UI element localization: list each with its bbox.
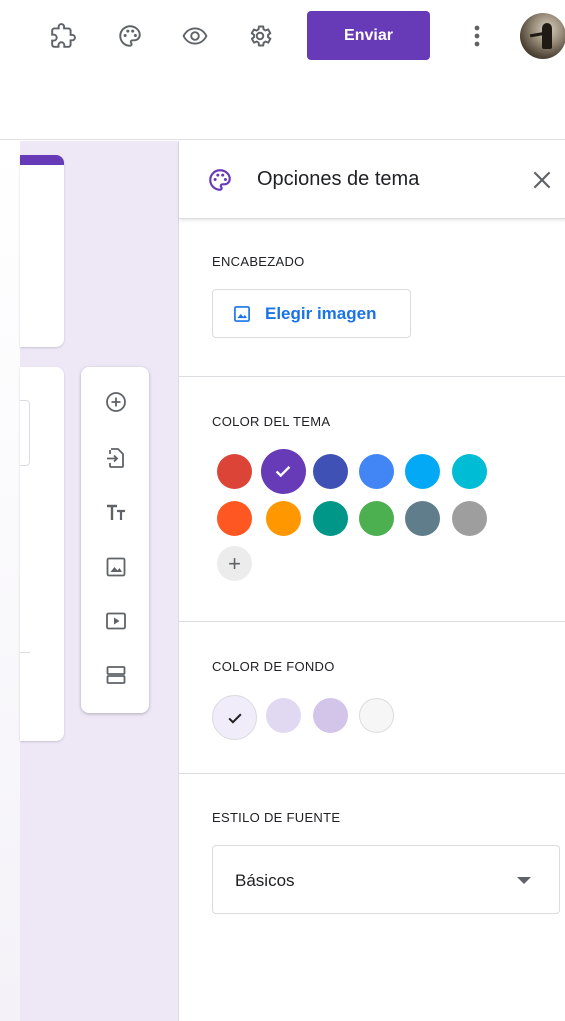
section-divider <box>179 376 565 377</box>
question-card[interactable] <box>20 367 64 741</box>
palette-icon[interactable] <box>112 18 148 54</box>
form-title-card[interactable] <box>20 155 64 347</box>
background-color-swatch[interactable] <box>265 698 301 733</box>
add-section-icon[interactable] <box>103 662 129 688</box>
theme-color-swatch[interactable] <box>312 500 348 536</box>
header-section-label: ENCABEZADO <box>212 254 305 269</box>
choose-image-label: Elegir imagen <box>265 304 377 323</box>
font-style-select[interactable]: Básicos <box>212 845 560 914</box>
theme-color-swatch[interactable] <box>358 453 394 489</box>
theme-color-swatch[interactable] <box>260 448 306 494</box>
dropdown-arrow-icon <box>517 877 531 884</box>
page-edge <box>0 141 20 1021</box>
settings-gear-icon[interactable] <box>242 18 278 54</box>
theme-color-swatch[interactable] <box>265 500 301 536</box>
background-color-swatch[interactable] <box>358 698 394 733</box>
theme-color-swatch[interactable] <box>216 453 252 489</box>
background-color-swatch[interactable] <box>212 695 257 740</box>
background-color-label: COLOR DE FONDO <box>212 659 335 674</box>
addon-icon[interactable] <box>45 18 81 54</box>
add-custom-color-label: + <box>228 550 241 576</box>
image-icon <box>232 304 252 324</box>
top-bar: Enviar <box>0 0 565 140</box>
add-question-icon[interactable] <box>103 389 129 415</box>
choose-image-button[interactable]: Elegir imagen <box>212 289 411 338</box>
add-title-icon[interactable] <box>103 500 129 526</box>
theme-color-label: COLOR DEL TEMA <box>212 414 331 429</box>
theme-color-swatch[interactable] <box>451 500 487 536</box>
font-style-label: ESTILO DE FUENTE <box>212 810 341 825</box>
section-divider <box>179 621 565 622</box>
theme-color-swatch[interactable] <box>404 453 440 489</box>
question-field[interactable] <box>20 400 30 466</box>
theme-options-panel: Opciones de tema ENCABEZADO Elegir image… <box>178 141 565 1021</box>
font-style-value: Básicos <box>235 871 295 890</box>
add-custom-color-button[interactable]: + <box>217 546 252 581</box>
theme-color-swatch[interactable] <box>312 453 348 489</box>
theme-color-swatch[interactable] <box>451 453 487 489</box>
section-divider <box>179 773 565 774</box>
background-color-swatch[interactable] <box>312 698 348 733</box>
send-button[interactable]: Enviar <box>307 11 430 60</box>
theme-color-swatch[interactable] <box>404 500 440 536</box>
theme-color-swatch[interactable] <box>358 500 394 536</box>
avatar[interactable] <box>520 13 565 59</box>
add-video-icon[interactable] <box>103 608 129 634</box>
panel-title: Opciones de tema <box>257 168 420 190</box>
import-questions-icon[interactable] <box>103 445 129 471</box>
more-vert-icon[interactable] <box>465 18 489 54</box>
add-image-icon[interactable] <box>103 554 129 580</box>
panel-header: Opciones de tema <box>179 141 565 219</box>
close-icon[interactable] <box>529 167 555 193</box>
theme-color-swatch[interactable] <box>216 500 252 536</box>
card-divider <box>20 652 30 653</box>
floating-toolbar <box>81 367 149 713</box>
preview-eye-icon[interactable] <box>177 18 213 54</box>
palette-icon <box>207 167 233 193</box>
